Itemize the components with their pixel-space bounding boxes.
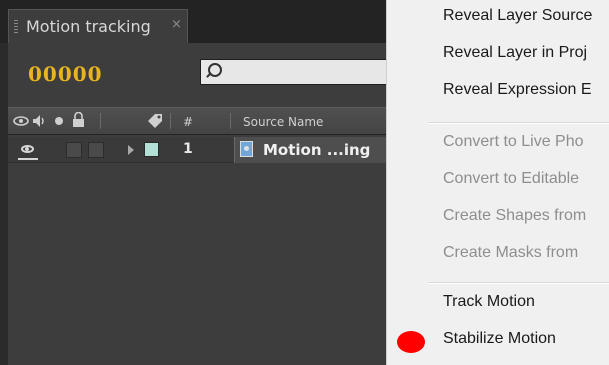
timeline-body: 00000 # Source Name 1 Motion ...ing xyxy=(8,43,390,365)
menu-item-create-masks-from-text[interactable]: Create Masks from xyxy=(443,244,578,262)
menu-item-reveal-layer-in-project[interactable]: Reveal Layer in Proj xyxy=(443,44,587,62)
panel-tab-bar: Motion tracking × xyxy=(0,0,386,43)
column-separator[interactable] xyxy=(170,113,171,129)
menu-item-stabilize-motion[interactable]: Stabilize Motion xyxy=(443,330,556,348)
composition-icon xyxy=(240,141,253,157)
lock-icon[interactable] xyxy=(72,112,85,129)
timeline-panel: Motion tracking × 00000 # Source Name 1 … xyxy=(0,0,390,365)
menu-item-convert-to-live-photoshop[interactable]: Convert to Live Pho xyxy=(443,133,584,151)
menu-separator xyxy=(429,282,609,284)
layer-source-cell[interactable]: Motion ...ing xyxy=(234,137,386,163)
tab-title: Motion tracking xyxy=(26,17,151,36)
menu-item-create-shapes-from-text[interactable]: Create Shapes from xyxy=(443,207,586,225)
column-header: # Source Name xyxy=(8,107,386,135)
menu-separator xyxy=(429,122,609,124)
column-separator[interactable] xyxy=(100,113,101,129)
expand-triangle-icon[interactable] xyxy=(128,145,134,155)
solo-dot-icon[interactable] xyxy=(54,116,64,126)
column-separator[interactable] xyxy=(230,113,231,129)
context-menu: Reveal Layer Source Reveal Layer in Proj… xyxy=(386,0,609,365)
drag-grip-icon[interactable] xyxy=(14,20,18,34)
layer-source-name: Motion ...ing xyxy=(263,141,371,159)
menu-item-reveal-layer-source[interactable]: Reveal Layer Source xyxy=(443,7,592,25)
video-eye-icon[interactable] xyxy=(13,115,29,127)
label-tag-icon[interactable] xyxy=(146,112,164,130)
menu-item-convert-to-editable-text[interactable]: Convert to Editable xyxy=(443,170,579,188)
audio-toggle-box[interactable] xyxy=(66,142,82,158)
audio-speaker-icon[interactable] xyxy=(31,113,47,129)
solo-toggle-box[interactable] xyxy=(88,142,104,158)
visibility-eye-icon[interactable] xyxy=(21,145,34,153)
column-number-header[interactable]: # xyxy=(183,115,193,129)
timecode-display[interactable]: 00000 xyxy=(28,62,103,86)
highlight-marker xyxy=(397,331,425,353)
close-icon[interactable]: × xyxy=(171,17,182,32)
tab-motion-tracking[interactable]: Motion tracking × xyxy=(8,9,188,43)
layer-number: 1 xyxy=(183,141,193,157)
search-icon xyxy=(208,63,222,77)
layer-label-color-swatch[interactable] xyxy=(144,142,159,157)
layer-row[interactable]: 1 Motion ...ing xyxy=(8,137,386,163)
selection-underline xyxy=(18,158,38,160)
search-input[interactable] xyxy=(200,59,390,85)
menu-item-reveal-expression-errors[interactable]: Reveal Expression E xyxy=(443,81,592,99)
column-source-name-header[interactable]: Source Name xyxy=(243,115,323,129)
menu-item-track-motion[interactable]: Track Motion xyxy=(443,293,535,311)
